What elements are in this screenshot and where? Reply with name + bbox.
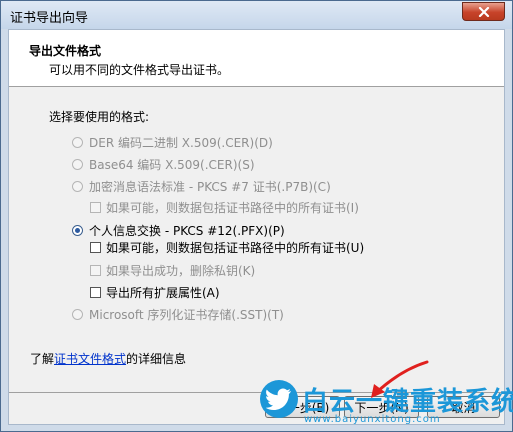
title-bar[interactable]: 证书导出向导 [1,1,512,29]
radio-sst-label: Microsoft 序列化证书存储(.SST)(T) [89,308,284,322]
close-icon [478,6,489,17]
info-prefix: 了解 [30,352,55,366]
cert-format-link[interactable]: 证书文件格式 [54,352,126,366]
checkbox-indicator [90,202,101,213]
watermark: 白云一键重装系统 www.baiyunxitong.com [258,378,513,428]
radio-indicator-selected [72,225,83,236]
checkbox-indicator [90,265,101,276]
radio-pfx-label: 个人信息交换 - PKCS #12(.PFX)(P) [89,224,285,238]
radio-indicator [72,137,83,148]
info-line: 了解证书文件格式的详细信息 [30,350,186,367]
watermark-url: www.baiyunxitong.com [304,414,441,425]
radio-der[interactable]: DER 编码二进制 X.509(.CER)(D) [72,134,273,151]
twitter-bird-icon [260,380,298,418]
wizard-header: 导出文件格式 可以用不同的文件格式导出证书。 [9,30,504,87]
radio-pfx[interactable]: 个人信息交换 - PKCS #12(.PFX)(P) [72,222,285,239]
checkbox-pfx-export-ext-label: 导出所有扩展属性(A) [106,286,220,300]
radio-p7b-label: 加密消息语法标准 - PKCS #7 证书(.P7B)(C) [89,180,331,194]
checkbox-pfx-delete-key-label: 如果导出成功，删除私钥(K) [106,264,256,278]
close-button[interactable] [462,2,505,21]
checkbox-pfx-include-all[interactable]: 如果可能，则数据包括证书路径中的所有证书(U) [90,239,364,256]
radio-der-label: DER 编码二进制 X.509(.CER)(D) [89,136,273,150]
radio-indicator [72,159,83,170]
radio-indicator [72,181,83,192]
checkbox-indicator [90,242,101,253]
checkbox-p7b-include-all-label: 如果可能，则数据包括证书路径中的所有证书(I) [106,201,359,215]
wizard-window: 证书导出向导 导出文件格式 可以用不同的文件格式导出证书。 选择要使用的格式: … [0,0,513,432]
checkbox-indicator [90,287,101,298]
info-suffix: 的详细信息 [126,352,187,366]
page-title: 导出文件格式 [29,44,102,58]
page-subtitle: 可以用不同的文件格式导出证书。 [49,63,230,77]
checkbox-pfx-export-ext[interactable]: 导出所有扩展属性(A) [90,284,220,301]
radio-p7b[interactable]: 加密消息语法标准 - PKCS #7 证书(.P7B)(C) [72,178,331,195]
radio-sst[interactable]: Microsoft 序列化证书存储(.SST)(T) [72,306,284,323]
radio-indicator [72,309,83,320]
window-title: 证书导出向导 [10,11,89,26]
checkbox-pfx-delete-key[interactable]: 如果导出成功，删除私钥(K) [90,262,255,279]
watermark-text: 白云一键重装系统 [302,387,513,417]
checkbox-p7b-include-all[interactable]: 如果可能，则数据包括证书路径中的所有证书(I) [90,199,359,216]
checkbox-pfx-include-all-label: 如果可能，则数据包括证书路径中的所有证书(U) [106,241,365,255]
format-section-label: 选择要使用的格式: [49,110,150,124]
radio-base64[interactable]: Base64 编码 X.509(.CER)(S) [72,156,255,173]
radio-base64-label: Base64 编码 X.509(.CER)(S) [89,158,255,172]
